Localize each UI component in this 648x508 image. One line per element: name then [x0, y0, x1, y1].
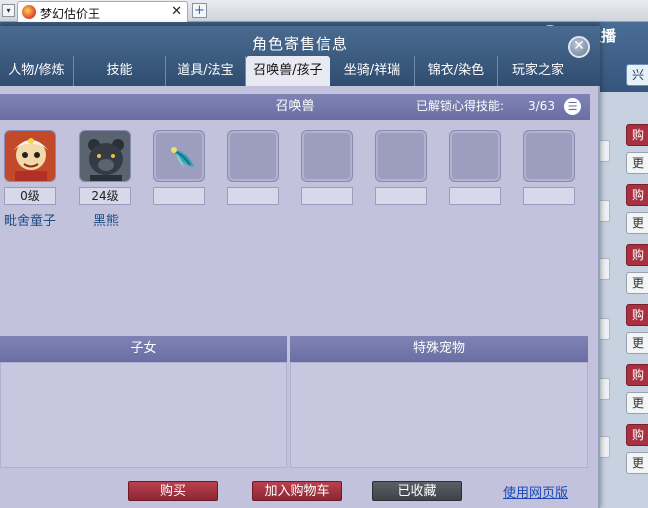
tab-close-icon[interactable]: ✕	[171, 4, 182, 19]
pet-slot[interactable]	[523, 130, 575, 182]
background-buy-button[interactable]: 购	[626, 364, 648, 386]
tab-outfits[interactable]: 锦衣/染色	[415, 56, 498, 86]
unlocked-skills-count: 3/63	[528, 99, 555, 113]
pet-slot[interactable]	[301, 130, 353, 182]
pet-name[interactable]: 毗舍童子	[4, 210, 56, 229]
tab-skills[interactable]: 技能	[74, 56, 166, 86]
dialog-tabs: 人物/修炼 技能 道具/法宝 召唤兽/孩子 坐骑/祥瑞 锦衣/染色 玩家之家	[0, 56, 600, 86]
background-buy-button[interactable]: 购	[626, 184, 648, 206]
background-more-button[interactable]: 更	[626, 272, 648, 294]
special-pets-section-bar: 特殊宠物	[290, 336, 588, 362]
background-top-button[interactable]: 兴	[626, 64, 648, 86]
background-more-button[interactable]: 更	[626, 332, 648, 354]
browser-tab-title: 梦幻估价王	[40, 7, 101, 21]
tab-items[interactable]: 道具/法宝	[166, 56, 246, 86]
summon-section-bar: 召唤兽 已解锁心得技能: 3/63 ☰	[0, 94, 590, 120]
pet-slot[interactable]	[227, 130, 279, 182]
monkey-avatar-icon	[5, 131, 55, 181]
tab-mounts[interactable]: 坐骑/祥瑞	[330, 56, 415, 86]
background-more-button[interactable]: 更	[626, 452, 648, 474]
unlocked-skills-label: 已解锁心得技能:	[416, 99, 505, 113]
background-more-button[interactable]: 更	[626, 392, 648, 414]
pet-level	[301, 187, 353, 205]
pet-level	[153, 187, 205, 205]
bear-avatar-icon	[80, 131, 130, 181]
pet-level	[227, 187, 279, 205]
pet-slot[interactable]	[79, 130, 131, 182]
pet-level	[523, 187, 575, 205]
background-buy-button[interactable]: 购	[626, 304, 648, 326]
dialog-header: 角色寄售信息 ✕ 人物/修炼 技能 道具/法宝 召唤兽/孩子 坐骑/祥瑞 锦衣/…	[0, 26, 600, 86]
background-more-button[interactable]: 更	[626, 152, 648, 174]
background-buy-button[interactable]: 购	[626, 124, 648, 146]
pet-slot[interactable]	[375, 130, 427, 182]
list-icon[interactable]: ☰	[564, 98, 581, 115]
new-tab-button[interactable]: +	[192, 3, 207, 18]
close-icon[interactable]: ✕	[568, 36, 590, 58]
children-panel	[0, 362, 287, 468]
character-sale-dialog: 角色寄售信息 ✕ 人物/修炼 技能 道具/法宝 召唤兽/孩子 坐骑/祥瑞 锦衣/…	[0, 26, 600, 508]
buy-button[interactable]: 购买	[128, 481, 218, 501]
background-buy-button[interactable]: 购	[626, 244, 648, 266]
pet-level: 0级	[4, 187, 56, 205]
feather-item-icon	[171, 147, 194, 167]
children-section-bar: 子女	[0, 336, 287, 362]
pet-level	[375, 187, 427, 205]
background-more-button[interactable]: 更	[626, 212, 648, 234]
tab-menu-icon[interactable]: ▾	[2, 4, 15, 17]
tab-character[interactable]: 人物/修炼	[0, 56, 74, 86]
pet-slot[interactable]	[153, 130, 205, 182]
browser-tab[interactable]: 梦幻估价王 ✕	[17, 1, 188, 22]
browser-tab-bar: ▾ 梦幻估价王 ✕ +	[0, 0, 648, 22]
special-pets-panel	[290, 362, 588, 468]
app-favicon-icon	[22, 5, 36, 19]
pet-slot[interactable]	[4, 130, 56, 182]
add-to-cart-button[interactable]: 加入购物车	[252, 481, 342, 501]
dialog-title: 角色寄售信息	[251, 35, 348, 53]
collected-button[interactable]: 已收藏	[372, 481, 462, 501]
pet-level: 24级	[79, 187, 131, 205]
background-buy-button[interactable]: 购	[626, 424, 648, 446]
pet-level	[449, 187, 501, 205]
pet-slot[interactable]	[449, 130, 501, 182]
tab-summons[interactable]: 召唤兽/孩子	[246, 56, 330, 86]
web-version-link[interactable]: 使用网页版	[503, 482, 568, 501]
tab-player-home[interactable]: 玩家之家	[498, 56, 578, 86]
pet-name[interactable]: 黑熊	[93, 210, 119, 229]
